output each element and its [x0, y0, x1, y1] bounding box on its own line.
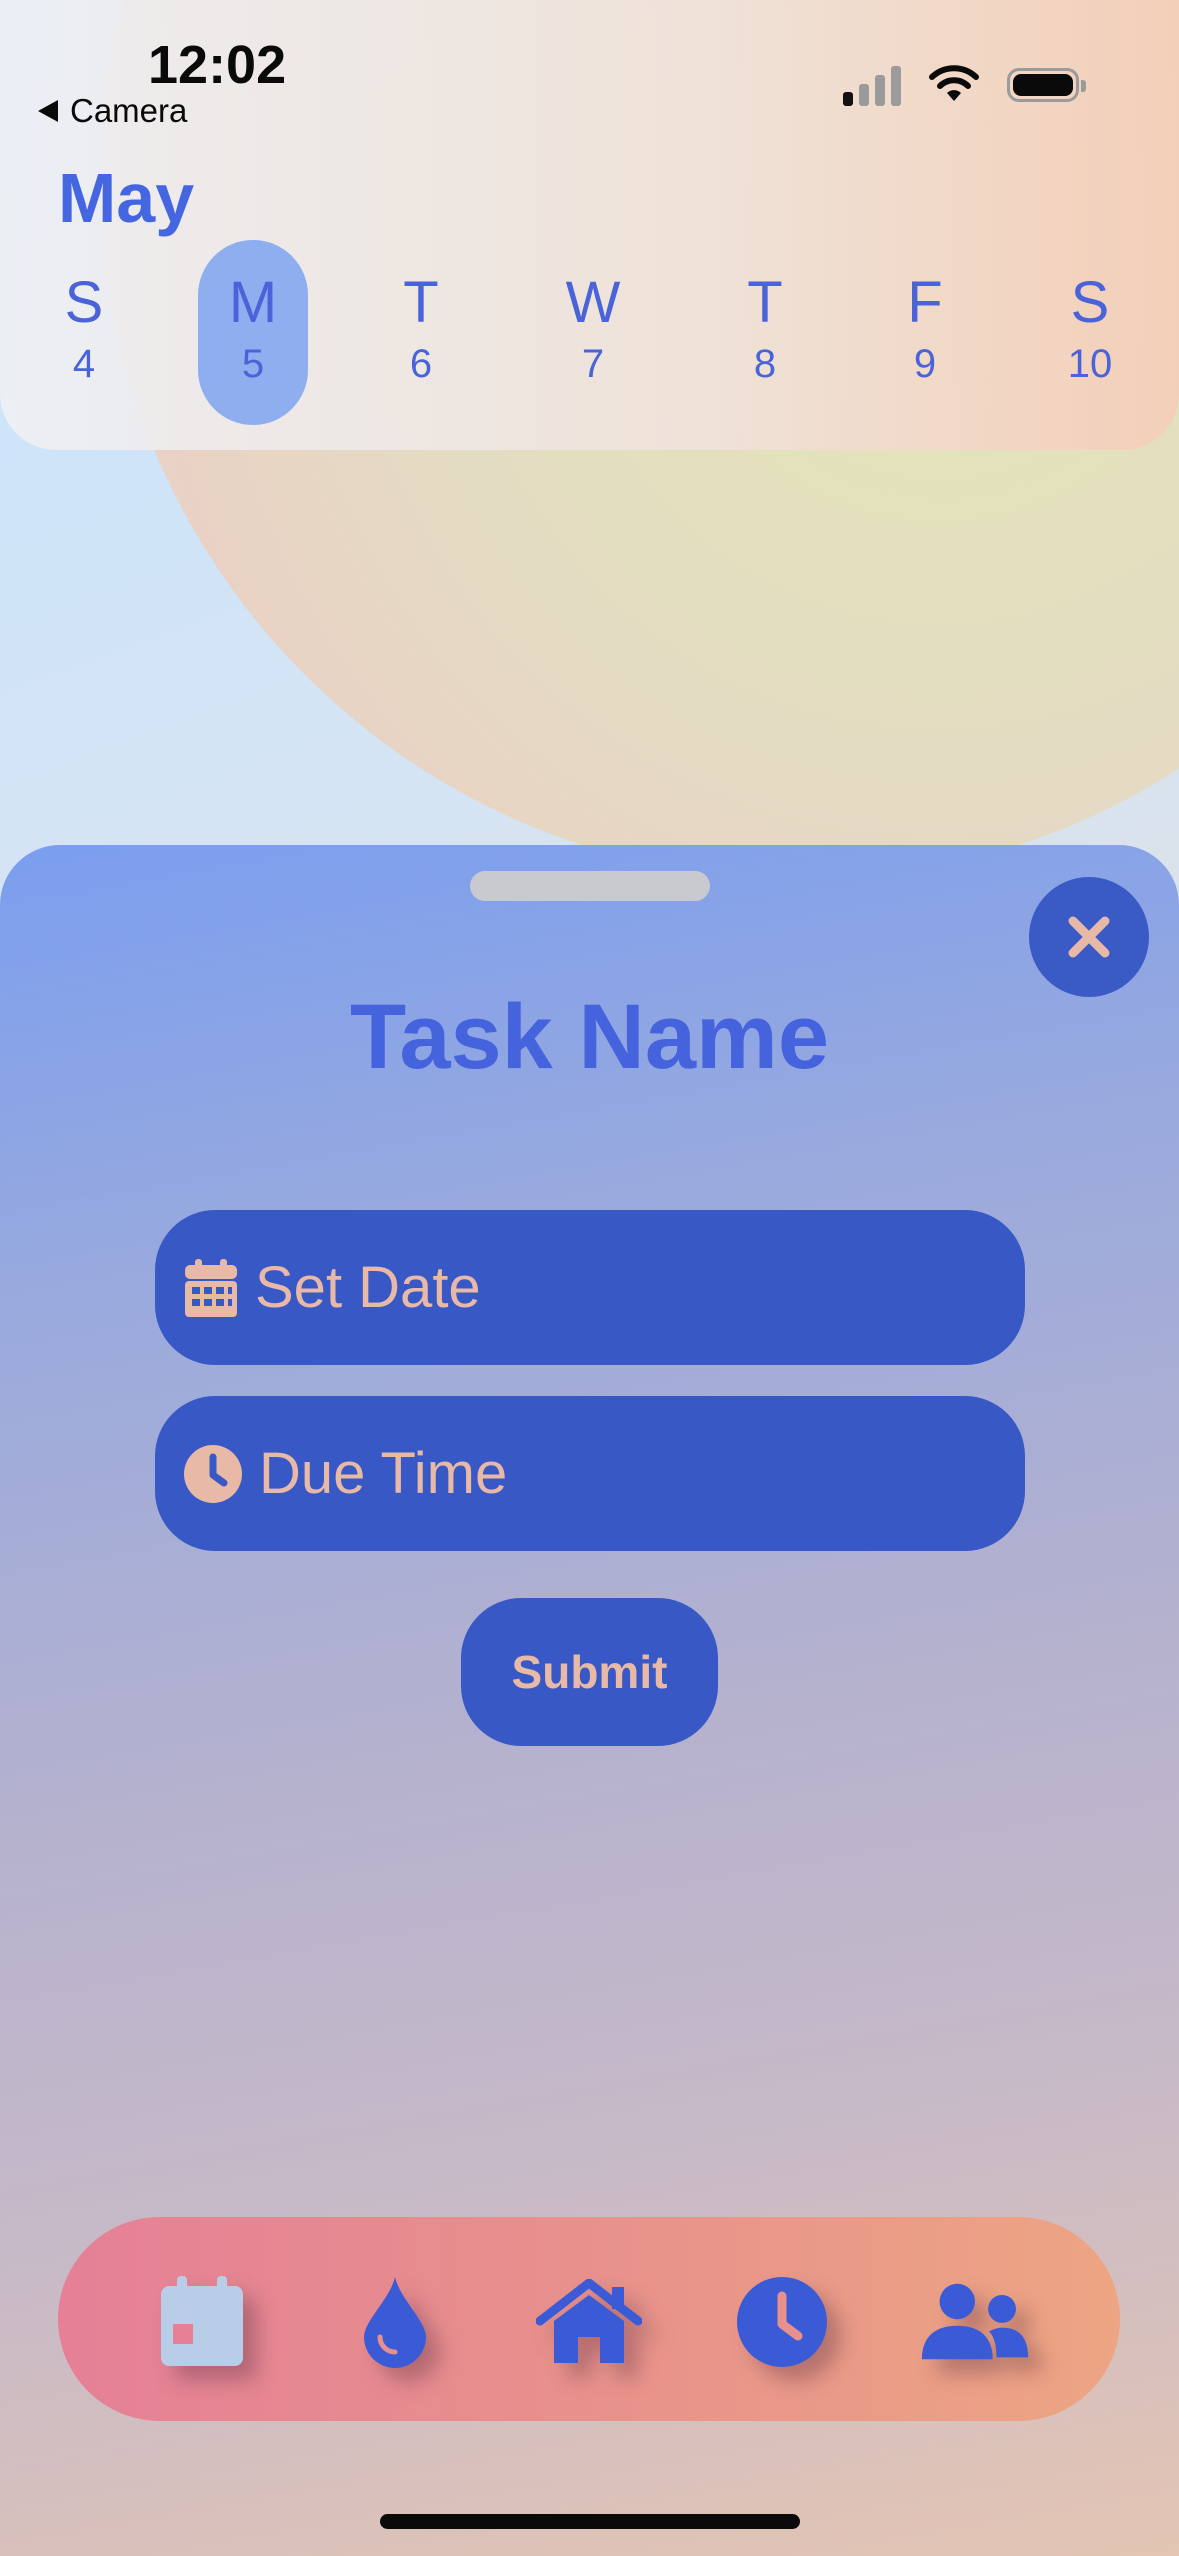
water-drop-icon: [364, 2277, 426, 2368]
day-number: 5: [241, 342, 265, 386]
day-letter: T: [747, 270, 783, 335]
day-friday-9[interactable]: F 9: [870, 240, 980, 425]
home-icon: [536, 2279, 642, 2363]
set-date-input[interactable]: [253, 1253, 957, 1322]
day-number: 8: [753, 342, 777, 386]
sheet-grabber-handle[interactable]: [470, 871, 710, 901]
clock-icon: [737, 2277, 827, 2367]
day-letter: S: [1070, 270, 1110, 335]
day-sunday-4[interactable]: S 4: [29, 240, 139, 425]
back-to-camera-link[interactable]: Camera: [38, 92, 187, 130]
day-monday-5-selected[interactable]: M 5: [198, 240, 308, 425]
status-time: 12:02: [148, 35, 287, 95]
day-number: 6: [409, 342, 433, 386]
day-number: 4: [72, 342, 96, 386]
battery-icon: [1007, 68, 1086, 102]
status-icons: [843, 64, 1086, 106]
cellular-signal-icon: [843, 64, 901, 106]
tab-home[interactable]: [534, 2267, 644, 2377]
tab-calendar[interactable]: [147, 2267, 257, 2377]
day-letter: T: [403, 270, 439, 335]
day-wednesday-7[interactable]: W 7: [538, 240, 648, 425]
home-indicator[interactable]: [380, 2514, 800, 2529]
tab-hydration[interactable]: [340, 2267, 450, 2377]
set-date-field[interactable]: [155, 1210, 1025, 1365]
calendar-icon: [185, 1258, 237, 1317]
day-letter: F: [907, 270, 943, 335]
month-title: May: [58, 159, 195, 237]
back-arrow-icon: [38, 100, 58, 122]
task-name-title[interactable]: Task Name: [0, 985, 1179, 1090]
day-thursday-8[interactable]: T 8: [710, 240, 820, 425]
users-icon: [921, 2283, 1029, 2360]
close-icon: [1068, 916, 1110, 958]
back-label: Camera: [70, 92, 188, 129]
day-saturday-10[interactable]: S 10: [1035, 240, 1145, 425]
clock-icon: [184, 1444, 242, 1503]
bottom-tab-bar: [58, 2217, 1120, 2421]
tab-clock[interactable]: [727, 2267, 837, 2377]
calendar-icon: [161, 2276, 243, 2366]
wifi-icon: [929, 65, 979, 101]
day-tuesday-6[interactable]: T 6: [366, 240, 476, 425]
day-number: 10: [1067, 342, 1113, 386]
day-number: 9: [913, 342, 937, 386]
day-number: 7: [581, 342, 605, 386]
screen: May S 4 M 5 T 6 W 7 T 8 F 9 S 10 12:02 C…: [0, 0, 1179, 2556]
week-days-row: S 4 M 5 T 6 W 7 T 8 F 9 S 10: [0, 240, 1179, 425]
day-letter: W: [565, 270, 621, 335]
day-letter: S: [64, 270, 104, 335]
day-letter: M: [228, 270, 278, 335]
close-button[interactable]: [1029, 877, 1149, 997]
due-time-field[interactable]: [155, 1396, 1025, 1551]
tab-users[interactable]: [920, 2267, 1030, 2377]
submit-button[interactable]: Submit: [461, 1598, 718, 1746]
due-time-input[interactable]: [257, 1439, 961, 1508]
